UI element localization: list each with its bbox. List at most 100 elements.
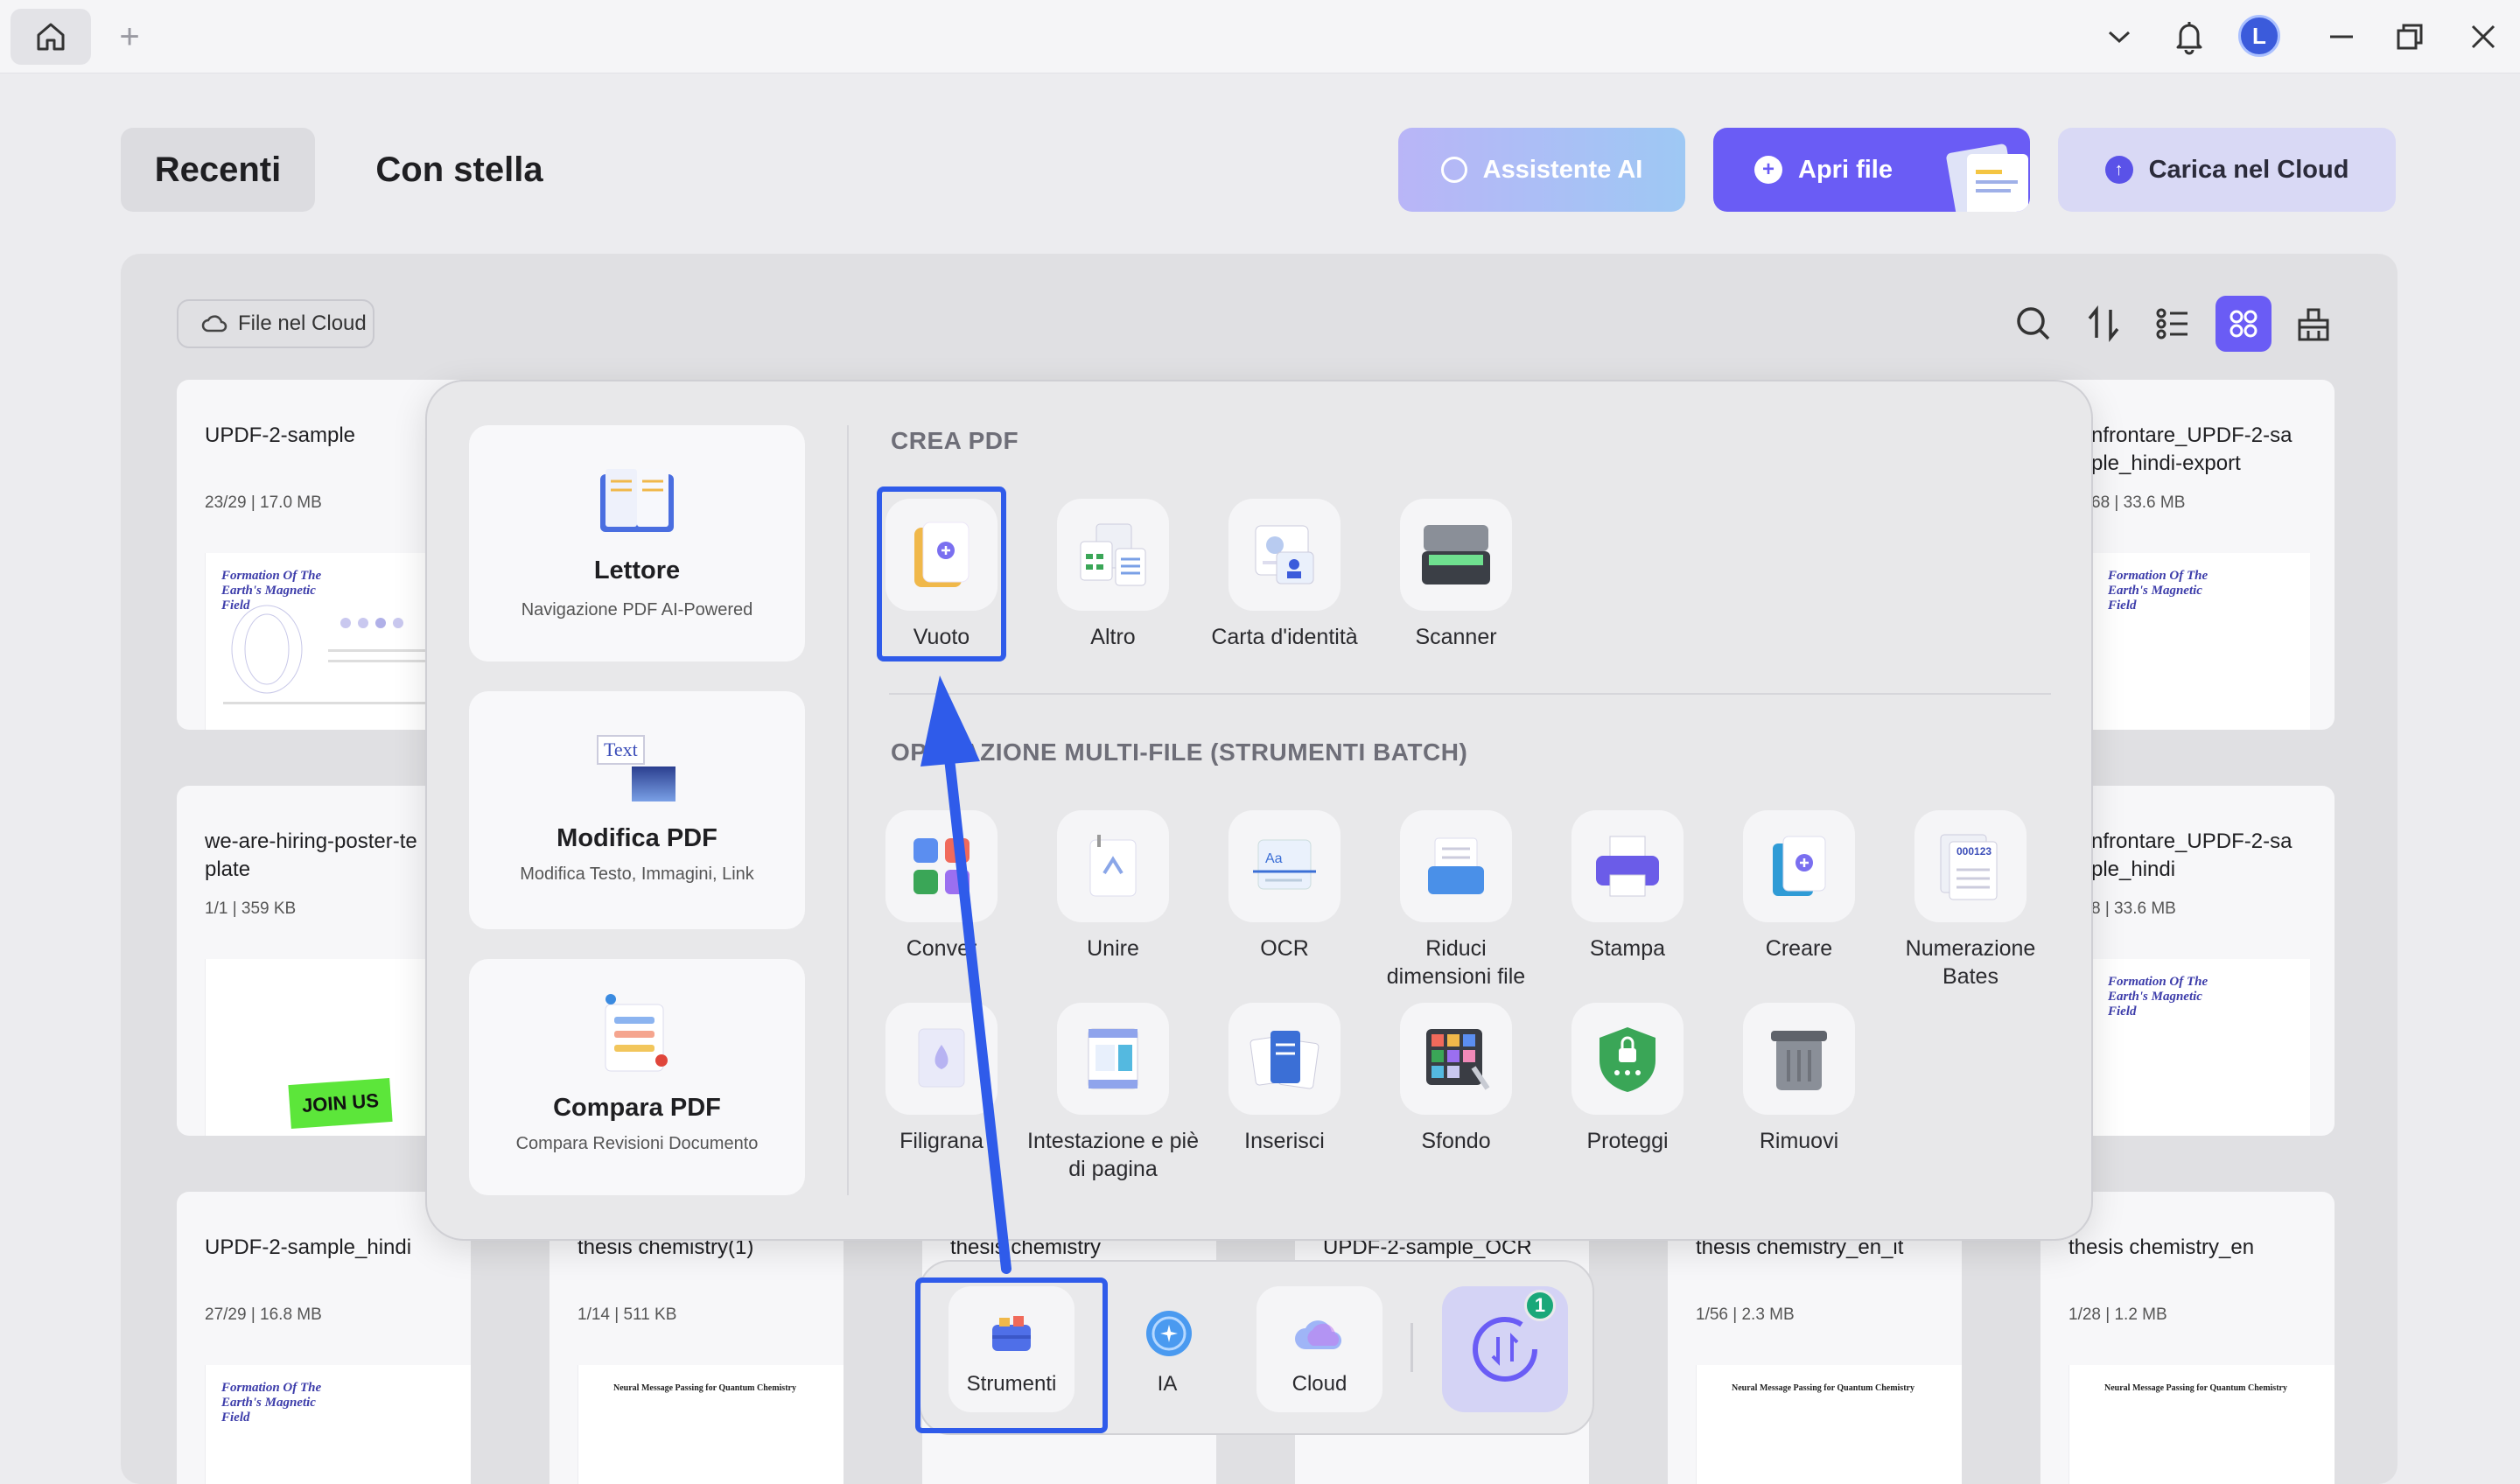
file-meta: 27/29 | 16.8 MB xyxy=(205,1306,322,1324)
cloud-files-label: File nel Cloud xyxy=(238,312,367,335)
annotation-arrow xyxy=(920,676,1012,1274)
ai-orb-icon xyxy=(1146,1311,1192,1356)
tool-label: Rimuovi xyxy=(1759,1129,1839,1153)
home-icon xyxy=(37,23,65,51)
close-icon[interactable] xyxy=(2466,19,2501,54)
home-tab[interactable] xyxy=(10,9,91,65)
file-thumbnail: Neural Message Passing for Quantum Chemi… xyxy=(2068,1365,2334,1484)
dock-label: Cloud xyxy=(1292,1372,1348,1396)
tool-label: Altro xyxy=(1090,625,1136,649)
tool-header-footer[interactable]: Intestazione e piè di pagina xyxy=(1027,1003,1199,1183)
dock-ai-button[interactable]: IA xyxy=(1104,1286,1230,1412)
palette-icon xyxy=(1400,1003,1512,1115)
divider xyxy=(889,693,2051,695)
file-name: thesis chemistry_en xyxy=(2068,1236,2255,1259)
documents-illustration-icon xyxy=(1946,144,2028,212)
svg-text:Aa: Aa xyxy=(1265,851,1283,866)
search-button[interactable] xyxy=(2009,296,2058,352)
file-meta: 1/56 | 2.3 MB xyxy=(1696,1306,1795,1324)
tool-insert[interactable]: Inserisci xyxy=(1199,1003,1370,1155)
compress-icon xyxy=(1400,810,1512,922)
cloud-icon xyxy=(1295,1320,1342,1349)
ai-icon xyxy=(1440,157,1467,183)
insert-icon xyxy=(1228,1003,1340,1115)
tool-label: Unire xyxy=(1087,936,1139,961)
ai-assistant-label: Assistente AI xyxy=(1482,155,1643,184)
tab-recenti[interactable]: Recenti xyxy=(121,128,315,212)
tool-label: Carta d'identità xyxy=(1211,625,1358,649)
tool-label: Sfondo xyxy=(1421,1129,1491,1153)
file-meta: 23/29 | 17.0 MB xyxy=(205,494,322,512)
other-files-icon xyxy=(1057,499,1169,611)
file-card[interactable]: thesis chemistry_en 1/28 | 1.2 MB Neural… xyxy=(2040,1192,2334,1484)
tool-merge[interactable]: Unire xyxy=(1027,810,1199,962)
tool-print[interactable]: Stampa xyxy=(1542,810,1713,962)
file-name: UPDF-2-sample_hindi xyxy=(205,1236,412,1259)
compare-icon xyxy=(605,994,668,1072)
dock-cloud-button[interactable]: Cloud xyxy=(1256,1286,1382,1412)
sort-icon xyxy=(2088,305,2119,342)
cloud-icon xyxy=(201,315,228,332)
file-name: nfrontare_UPDF-2-sa ple_hindi-export xyxy=(2091,424,2292,475)
reader-card[interactable]: Lettore Navigazione PDF AI-Powered xyxy=(469,425,805,662)
file-thumbnail: Neural Message Passing for Quantum Chemi… xyxy=(1696,1365,1962,1484)
bell-icon[interactable] xyxy=(2168,16,2210,58)
file-thumbnail: Neural Message Passing for Quantum Chemi… xyxy=(578,1365,844,1484)
edit-pdf-card[interactable]: Text Modifica PDF Modifica Testo, Immagi… xyxy=(469,691,805,929)
tool-label: Proteggi xyxy=(1586,1129,1669,1153)
id-card-icon xyxy=(1228,499,1340,611)
grid-view-button[interactable] xyxy=(2216,296,2272,352)
compare-pdf-card[interactable]: Compara PDF Compara Revisioni Documento xyxy=(469,959,805,1195)
restore-icon[interactable] xyxy=(2392,19,2427,54)
new-tab-button[interactable]: + xyxy=(108,12,150,61)
minimize-icon[interactable] xyxy=(2324,19,2359,54)
file-card[interactable]: UPDF-2-sample_hindi 27/29 | 16.8 MB Form… xyxy=(177,1192,471,1484)
card-subtitle: Navigazione PDF AI-Powered xyxy=(521,600,753,620)
tab-con-stella[interactable]: Con stella xyxy=(350,128,569,212)
divider xyxy=(847,425,849,1195)
card-title: Modifica PDF xyxy=(556,824,718,852)
upload-cloud-label: Carica nel Cloud xyxy=(2148,155,2349,184)
tool-label: Creare xyxy=(1765,936,1833,961)
open-file-button[interactable]: + Apri file xyxy=(1713,128,2030,212)
file-name: we-are-hiring-poster-te plate xyxy=(205,830,417,881)
sort-button[interactable] xyxy=(2079,296,2128,352)
text-image-icon: Text xyxy=(597,735,681,805)
list-view-button[interactable] xyxy=(2149,296,2198,352)
upload-icon: ↑ xyxy=(2104,156,2133,184)
shield-lock-icon xyxy=(1572,1003,1684,1115)
ocr-icon: Aa xyxy=(1228,810,1340,922)
clean-button[interactable] xyxy=(2289,296,2338,352)
tool-background[interactable]: Sfondo xyxy=(1370,1003,1542,1155)
tool-ocr[interactable]: Aa OCR xyxy=(1199,810,1370,962)
tool-id-card[interactable]: Carta d'identità xyxy=(1199,499,1370,651)
ai-assistant-button[interactable]: Assistente AI xyxy=(1398,128,1685,212)
file-meta: 1/14 | 511 KB xyxy=(578,1306,677,1324)
file-meta: 1/1 | 359 KB xyxy=(205,900,297,918)
book-icon xyxy=(600,469,674,532)
tool-other[interactable]: Altro xyxy=(1027,499,1199,651)
bates-number-text: 000123 xyxy=(1956,845,1992,858)
tool-bates-numbering[interactable]: 000123 Numerazione Bates xyxy=(1885,810,2056,990)
file-name: UPDF-2-sample xyxy=(205,424,356,447)
card-title: Compara PDF xyxy=(553,1094,721,1122)
file-thumbnail: Formation Of The Earth's Magnetic Field xyxy=(205,1365,471,1484)
tool-protect[interactable]: Proteggi xyxy=(1542,1003,1713,1155)
grid-view-icon xyxy=(2230,310,2258,338)
section-heading-create: CREA PDF xyxy=(891,427,1019,454)
plus-circle-icon: + xyxy=(1754,156,1783,184)
dock-batch-progress-button[interactable]: 1 xyxy=(1442,1286,1568,1412)
broom-icon xyxy=(2298,308,2329,341)
tool-remove[interactable]: Rimuovi xyxy=(1713,1003,1885,1155)
tool-scanner[interactable]: Scanner xyxy=(1370,499,1542,651)
file-meta: 8 | 33.6 MB xyxy=(2091,900,2176,918)
tool-compress[interactable]: Riduci dimensioni file xyxy=(1370,810,1542,990)
transfer-progress-icon xyxy=(1473,1317,1537,1382)
file-meta: 1/28 | 1.2 MB xyxy=(2068,1306,2167,1324)
upload-cloud-button[interactable]: ↑ Carica nel Cloud xyxy=(2058,128,2396,212)
avatar[interactable]: L xyxy=(2238,15,2280,57)
cloud-files-filter[interactable]: File nel Cloud xyxy=(177,299,374,348)
tool-create[interactable]: Creare xyxy=(1713,810,1885,962)
chevron-down-icon[interactable] xyxy=(2100,19,2138,54)
highlight-box xyxy=(877,486,1006,662)
